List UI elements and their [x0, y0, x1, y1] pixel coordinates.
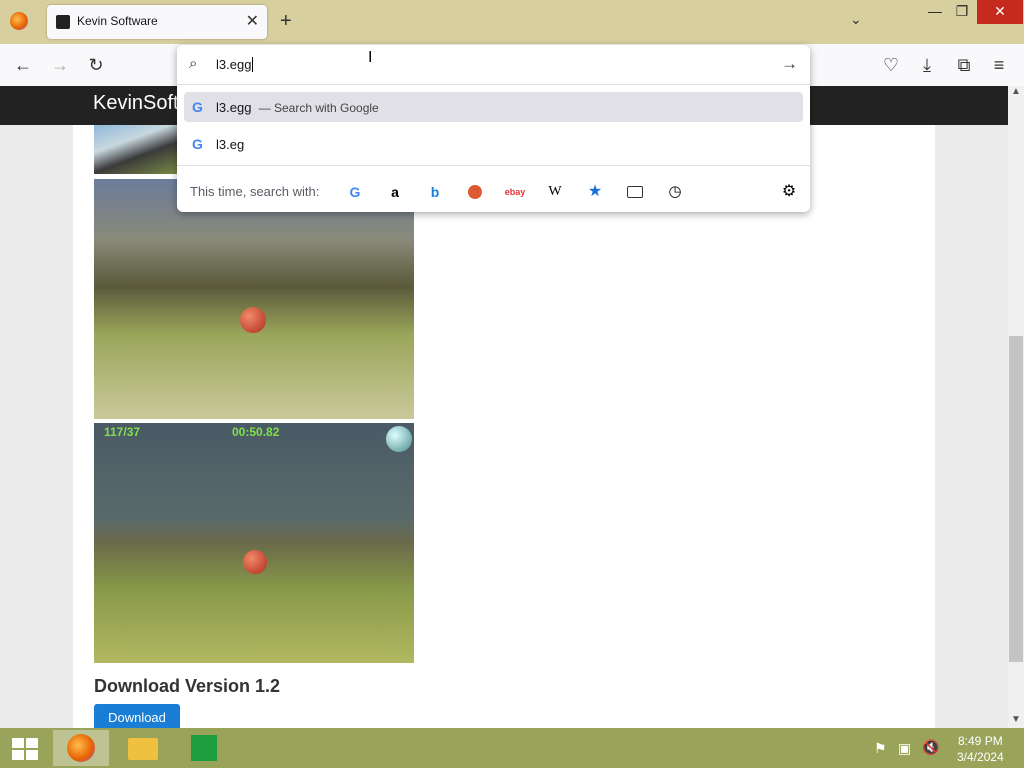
go-arrow-icon[interactable]: → [781, 54, 798, 74]
suggestion-text: l3.eg [216, 137, 245, 152]
taskbar-store-icon[interactable] [177, 730, 233, 766]
history-clock-icon[interactable]: ◷ [664, 181, 686, 203]
tab-bar: Kevin Software ✕ + ⌄ — ❐ ✕ [0, 0, 1024, 44]
suggestion-search-google[interactable]: G l3.egg — Search with Google [184, 92, 803, 122]
suggestion-item[interactable]: G l3.eg [184, 129, 803, 159]
ebay-icon[interactable]: ebay [504, 181, 526, 203]
game-screenshot-level: 117/37 00:50.82 [94, 423, 414, 663]
clock-date[interactable]: 3/4/2024 [957, 750, 1004, 764]
taskbar: ⚑ ▣ 🔇 8:49 PM 3/4/2024 [0, 728, 1024, 768]
google-icon[interactable]: G [344, 181, 366, 203]
panel-divider [177, 84, 810, 85]
download-heading: Download Version 1.2 [94, 676, 281, 696]
search-icon: ⌕ [189, 55, 198, 72]
tab-kevin-software[interactable]: Kevin Software ✕ [47, 5, 267, 39]
amazon-icon[interactable]: a [384, 181, 406, 203]
suggestion-text: l3.egg [216, 100, 252, 115]
pocket-icon[interactable]: ♡ [879, 53, 903, 77]
site-favicon-icon [56, 15, 70, 29]
hud-orb-icon [386, 426, 412, 452]
tabs-icon[interactable] [624, 181, 646, 203]
bookmarks-star-icon[interactable]: ★ [584, 181, 606, 203]
menu-icon[interactable]: ≡ [987, 53, 1011, 77]
duckduckgo-icon[interactable] [464, 181, 486, 203]
list-tabs-chevron-icon[interactable]: ⌄ [850, 11, 862, 28]
volume-muted-icon[interactable]: 🔇 [922, 739, 939, 756]
game-screenshot-partial [94, 125, 177, 174]
tab-title: Kevin Software [77, 14, 158, 28]
google-icon: G [192, 136, 203, 152]
ball-icon [243, 550, 267, 574]
start-windows-icon[interactable] [0, 730, 56, 766]
tab-close-icon[interactable]: ✕ [246, 11, 259, 31]
back-arrow-icon[interactable]: ← [11, 53, 35, 77]
flag-icon[interactable]: ⚑ [874, 740, 887, 757]
game-screenshot-maze [94, 179, 414, 419]
window-close-icon[interactable]: ✕ [977, 0, 1023, 24]
mouse-cursor-icon: I [368, 49, 373, 66]
taskbar-file-explorer-icon[interactable] [115, 730, 171, 766]
panel-divider [177, 165, 810, 166]
ball-icon [240, 307, 266, 333]
hud-timer: 00:50.82 [232, 425, 280, 439]
extensions-icon[interactable]: ⧉ [952, 53, 976, 77]
search-with-label: This time, search with: [190, 184, 320, 199]
urlbar-dropdown: ⌕ l3.egg → G l3.egg — Search with Google… [177, 45, 810, 212]
scrollbar-thumb[interactable] [1009, 336, 1023, 662]
clock-time[interactable]: 8:49 PM [958, 734, 1003, 748]
firefox-icon[interactable] [10, 12, 28, 30]
downloads-icon[interactable]: ⤓ [915, 53, 939, 77]
google-icon: G [192, 99, 203, 115]
hud-score: 117/37 [104, 425, 141, 439]
suggestion-suffix: — Search with Google [258, 101, 379, 115]
new-tab-icon[interactable]: + [280, 10, 292, 33]
search-settings-gear-icon[interactable]: ⚙ [778, 181, 800, 203]
network-icon[interactable]: ▣ [898, 740, 911, 757]
scroll-down-icon[interactable]: ▼ [1011, 714, 1021, 725]
taskbar-firefox-icon[interactable] [53, 730, 109, 766]
forward-arrow-icon[interactable]: → [48, 53, 72, 77]
bing-icon[interactable]: b [424, 181, 446, 203]
site-title[interactable]: KevinSoft [93, 92, 179, 115]
reload-icon[interactable]: ↻ [84, 53, 108, 77]
scroll-up-icon[interactable]: ▲ [1011, 86, 1021, 97]
url-input[interactable]: l3.egg [216, 57, 254, 72]
wikipedia-icon[interactable]: W [544, 181, 566, 203]
